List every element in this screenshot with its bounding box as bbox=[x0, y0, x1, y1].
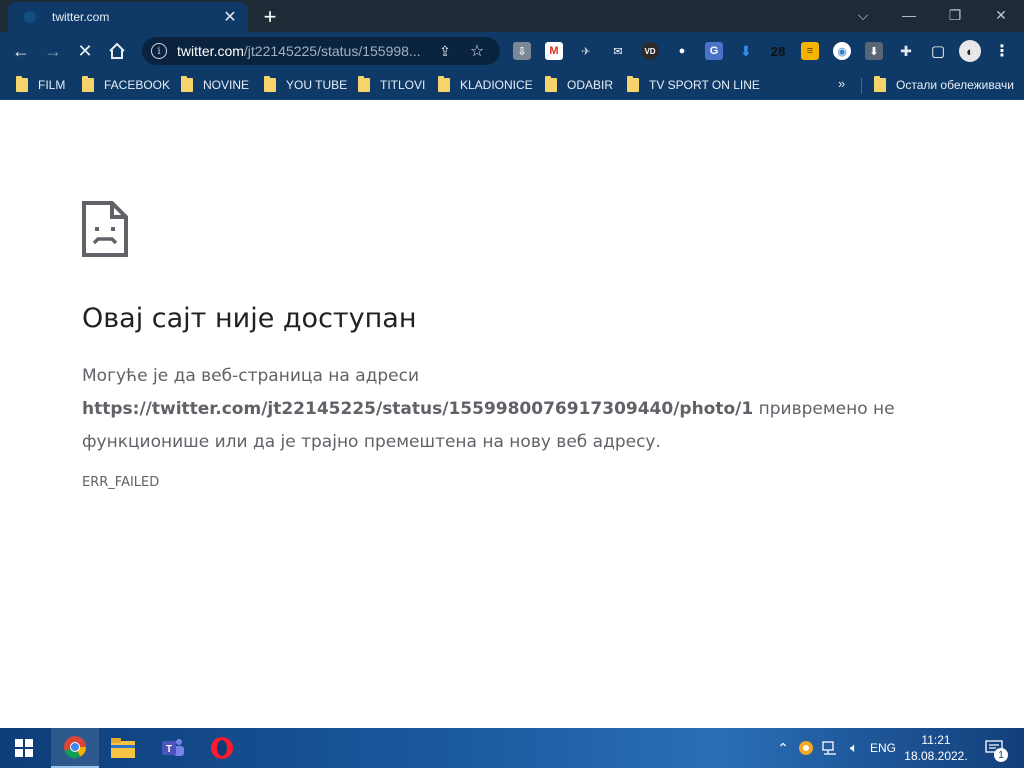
info-icon[interactable]: i bbox=[151, 43, 167, 59]
home-icon[interactable] bbox=[104, 38, 130, 64]
address-text[interactable]: twitter.com/jt22145225/status/155998... bbox=[177, 43, 427, 59]
notes-icon[interactable]: ≡ bbox=[801, 42, 819, 60]
title-bar: twitter.com ✕ + ⌵ — ❐ ✕ bbox=[0, 0, 1024, 32]
folder-icon bbox=[627, 76, 639, 92]
arrow-download-icon[interactable]: ⬇ bbox=[737, 42, 755, 60]
share-icon[interactable]: ⇪ bbox=[435, 41, 455, 61]
bubbles-icon[interactable]: ● bbox=[673, 42, 691, 60]
folder-icon bbox=[82, 76, 94, 92]
chrome-icon[interactable] bbox=[51, 728, 99, 768]
folder-icon bbox=[358, 76, 370, 92]
svg-text:T: T bbox=[166, 744, 172, 755]
folder-icon bbox=[438, 76, 450, 92]
bookmark-kladionice[interactable]: KLADIONICE bbox=[438, 76, 533, 94]
vd-icon[interactable]: VD bbox=[641, 42, 659, 60]
folder-icon bbox=[264, 76, 276, 92]
clock-time: 11:21 bbox=[921, 733, 951, 747]
bookmark-label: YOU TUBE bbox=[286, 78, 348, 92]
extensions-icon[interactable]: ✚ bbox=[897, 42, 915, 60]
translate-icon[interactable]: G bbox=[705, 42, 723, 60]
bookmarks-bar: FILM FACEBOOK NOVINE YOU TUBE TITLOVI KL… bbox=[0, 70, 1024, 100]
sidepanel-icon[interactable]: ▢ bbox=[929, 42, 947, 60]
volume-icon[interactable]: 🔈︎ bbox=[844, 728, 864, 768]
back-icon[interactable]: ← bbox=[8, 38, 34, 64]
circle-ext-icon[interactable]: ◉ bbox=[833, 42, 851, 60]
bookmark-label: FACEBOOK bbox=[104, 78, 171, 92]
network-icon[interactable] bbox=[820, 728, 840, 768]
file-explorer-icon[interactable] bbox=[99, 728, 147, 768]
opera-icon[interactable] bbox=[198, 728, 246, 768]
sad-page-icon bbox=[82, 201, 128, 257]
toolbar: ← → ✕ i twitter.com/jt22145225/status/15… bbox=[0, 32, 1024, 70]
bookmarks-more-icon[interactable]: » bbox=[838, 76, 845, 91]
bookmark-youtube[interactable]: YOU TUBE bbox=[264, 76, 347, 94]
error-title: Овај сајт није доступан bbox=[82, 303, 417, 334]
browser-tab[interactable]: twitter.com ✕ bbox=[8, 2, 248, 32]
close-window-icon[interactable]: ✕ bbox=[978, 0, 1024, 30]
gmail-icon[interactable]: M bbox=[545, 42, 563, 60]
profile-avatar[interactable]: ◐ bbox=[959, 40, 981, 62]
folder-icon bbox=[874, 76, 886, 92]
mail-icon[interactable]: ✉ bbox=[609, 42, 627, 60]
twitter-favicon bbox=[22, 9, 38, 25]
bookmark-label: TV SPORT ON LINE bbox=[649, 78, 760, 92]
bookmark-novine[interactable]: NOVINE bbox=[181, 76, 249, 94]
bookmark-titlovi[interactable]: TITLOVI bbox=[358, 76, 425, 94]
bookmark-facebook[interactable]: FACEBOOK bbox=[82, 76, 170, 94]
language-indicator[interactable]: ENG bbox=[868, 728, 898, 768]
bookmark-label: NOVINE bbox=[203, 78, 250, 92]
error-code: ERR_FAILED bbox=[82, 475, 160, 490]
error-desc-prefix: Могуће је да веб-страница на адреси bbox=[82, 366, 420, 386]
tray-chevron-icon[interactable]: ⌃ bbox=[774, 728, 792, 768]
teams-icon[interactable]: T bbox=[148, 728, 196, 768]
windows-start-icon[interactable] bbox=[0, 728, 48, 768]
forward-icon[interactable]: → bbox=[40, 38, 66, 64]
taskbar: T ⌃ 🔈︎ ENG 11:21 18.08.2022. 1 bbox=[0, 728, 1024, 768]
notification-center-icon[interactable]: 1 bbox=[980, 728, 1008, 768]
bookmark-label: FILM bbox=[38, 78, 66, 92]
star-icon[interactable]: ☆ bbox=[467, 41, 487, 61]
menu-icon[interactable]: ⋮ bbox=[993, 42, 1011, 60]
address-bar[interactable]: i twitter.com/jt22145225/status/155998..… bbox=[142, 37, 500, 65]
bookmark-label: TITLOVI bbox=[380, 78, 426, 92]
folder-icon bbox=[16, 76, 28, 92]
restore-icon[interactable]: ❐ bbox=[932, 0, 978, 30]
plus-icon[interactable]: + bbox=[258, 4, 282, 29]
bookmark-odabir[interactable]: ODABIR bbox=[545, 76, 613, 94]
tab-title: twitter.com bbox=[52, 10, 110, 24]
puzzle-ext-icon[interactable]: ✈ bbox=[577, 42, 595, 60]
notification-badge: 1 bbox=[994, 748, 1008, 762]
bookmark-label: Остали обележивачи bbox=[896, 78, 1014, 92]
chevron-down-icon[interactable]: ⌵ bbox=[840, 0, 886, 30]
close-icon[interactable]: ✕ bbox=[220, 7, 240, 27]
page-content: Овај сајт није доступан Могуће је да веб… bbox=[0, 101, 1024, 728]
download-icon[interactable]: ⇩ bbox=[513, 42, 531, 60]
counter-badge[interactable]: 28 bbox=[767, 42, 789, 60]
minimize-icon[interactable]: — bbox=[886, 0, 932, 30]
error-url: https://twitter.com/jt22145225/status/15… bbox=[82, 399, 754, 419]
url-host: twitter.com bbox=[177, 43, 244, 59]
stop-icon[interactable]: ✕ bbox=[72, 38, 98, 64]
bookmark-label: KLADIONICE bbox=[460, 78, 533, 92]
folder-icon bbox=[545, 76, 557, 92]
error-description: Могуће је да веб-страница на адреси http… bbox=[82, 360, 902, 459]
bookmark-label: ODABIR bbox=[567, 78, 614, 92]
tray-app-icon[interactable] bbox=[796, 728, 816, 768]
bookmark-film[interactable]: FILM bbox=[16, 76, 65, 94]
bookmark-other[interactable]: Остали обележивачи bbox=[874, 76, 1014, 94]
clock-date: 18.08.2022. bbox=[904, 749, 968, 763]
bookmark-tv-sport[interactable]: TV SPORT ON LINE bbox=[627, 76, 760, 94]
save-icon[interactable]: ⬇ bbox=[865, 42, 883, 60]
folder-icon bbox=[181, 76, 193, 92]
clock[interactable]: 11:21 18.08.2022. bbox=[900, 732, 972, 764]
bookmarks-separator bbox=[861, 78, 862, 94]
url-path: /jt22145225/status/155998... bbox=[243, 43, 421, 59]
